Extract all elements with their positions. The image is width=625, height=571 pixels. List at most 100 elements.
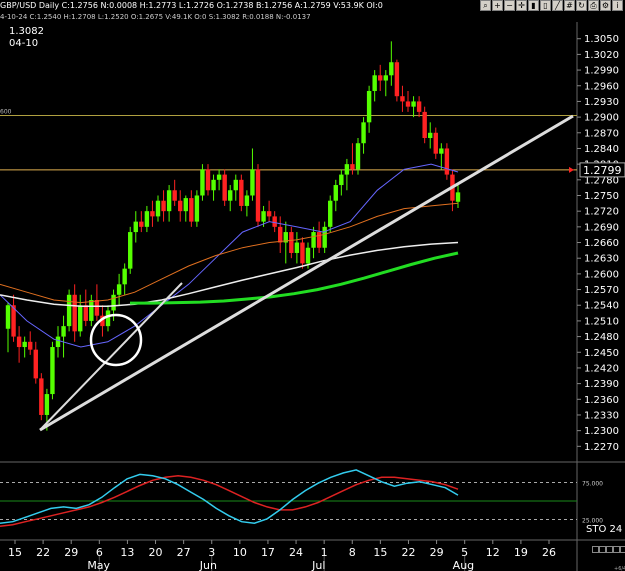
y-tick-label: 1.2840 — [584, 144, 619, 155]
candle-body — [444, 148, 450, 175]
y-tick-label: 1.2750 — [584, 191, 619, 202]
candle-body — [272, 216, 277, 227]
candle-body — [350, 164, 355, 170]
x-tick-label: 22 — [401, 546, 415, 559]
y-tick-label: 1.2630 — [584, 254, 619, 265]
price-marker-value: 1.2799 — [583, 164, 622, 177]
y-tick-label: 1.3050 — [584, 34, 619, 45]
candle-body — [144, 211, 150, 227]
candle-body — [122, 268, 127, 285]
nav-button[interactable] — [592, 546, 599, 553]
price-marker-arrow — [569, 166, 574, 173]
y-tick-label: 1.2540 — [584, 301, 619, 312]
candle-body — [78, 305, 83, 332]
candle-body — [439, 148, 444, 154]
candle-body — [83, 305, 88, 321]
candle-body — [150, 211, 155, 217]
candle-body — [233, 179, 238, 191]
candle-body — [66, 294, 72, 327]
month-label: Jun — [199, 559, 217, 571]
candle-body — [105, 310, 111, 327]
y-tick-label: 1.3020 — [584, 50, 619, 61]
candle-body — [205, 169, 211, 191]
candle-body — [400, 96, 405, 102]
candle-body — [255, 169, 261, 222]
candle-body — [266, 211, 272, 217]
candle-body — [300, 242, 305, 264]
candle-body — [378, 75, 383, 81]
candle-body — [316, 232, 322, 248]
nav-button[interactable] — [620, 546, 625, 553]
candle-body — [294, 242, 300, 253]
candle-body — [166, 190, 172, 212]
candle-body — [239, 179, 244, 206]
candle-body — [261, 211, 266, 222]
candle-body — [55, 336, 61, 348]
candle-body — [89, 300, 94, 321]
level-label: 600 — [0, 109, 12, 116]
candle-body — [50, 347, 55, 395]
y-tick-label: 1.2360 — [584, 395, 619, 406]
month-label: Aug — [453, 559, 474, 571]
candle-body — [172, 190, 177, 201]
candle-body — [416, 101, 422, 112]
x-tick-label: 20 — [149, 546, 163, 559]
y-tick-label: 1.2960 — [584, 81, 619, 92]
x-tick-label: 29 — [64, 546, 78, 559]
candle-body — [216, 174, 222, 180]
y-tick-label: 1.2720 — [584, 207, 619, 218]
candle-body — [211, 179, 216, 191]
candle-body — [244, 195, 250, 206]
candle-body — [5, 305, 11, 329]
candle-body — [422, 111, 427, 139]
candle-body — [344, 164, 350, 175]
candle-body — [33, 349, 38, 379]
highlight-circle — [89, 313, 143, 367]
y-tick-label: 1.2690 — [584, 222, 619, 233]
candle-body — [366, 90, 372, 123]
candle-body — [339, 174, 344, 186]
x-tick-label: 29 — [430, 546, 444, 559]
nav-button[interactable] — [606, 546, 613, 553]
candle-body — [389, 62, 394, 76]
y-tick-label: 1.2510 — [584, 316, 619, 327]
x-tick-label: 22 — [36, 546, 50, 559]
x-tick-label: 26 — [542, 546, 556, 559]
month-label: May — [87, 559, 110, 571]
y-tick-label: 1.2870 — [584, 128, 619, 139]
candle-body — [228, 190, 233, 201]
candle-body — [305, 247, 311, 264]
candle-body — [189, 198, 194, 222]
candle-body — [405, 101, 411, 107]
candle-body — [128, 232, 133, 269]
candle-body — [222, 174, 227, 201]
x-tick-label: 15 — [373, 546, 387, 559]
y-tick-label: 1.2570 — [584, 285, 619, 296]
trendline — [39, 114, 574, 432]
nav-button[interactable] — [599, 546, 606, 553]
candle-body — [311, 232, 316, 248]
oscillator-label: STO 24 — [586, 524, 623, 535]
x-tick-label: 12 — [486, 546, 500, 559]
scroll-buttons — [592, 546, 625, 553]
y-tick-label: 1.2600 — [584, 269, 619, 280]
candle-body — [428, 132, 433, 139]
x-tick-label: 13 — [120, 546, 134, 559]
candle-body — [139, 221, 144, 227]
moving-average-line — [0, 202, 459, 304]
y-tick-label: 1.2390 — [584, 379, 619, 390]
candle-body — [161, 200, 166, 212]
x-tick-label: 27 — [177, 546, 191, 559]
candle-body — [455, 192, 461, 202]
candle-body — [44, 394, 50, 415]
x-tick-label: 10 — [233, 546, 247, 559]
candle-body — [372, 75, 377, 91]
x-tick-label: 15 — [8, 546, 22, 559]
candle-body — [28, 341, 33, 350]
candle-body — [383, 75, 388, 81]
nav-button[interactable] — [613, 546, 620, 553]
candle-body — [322, 226, 327, 248]
candle-body — [355, 143, 361, 170]
y-tick-label: 1.2480 — [584, 332, 619, 343]
price-chart[interactable]: 1.3050 1.3020 1.2990 1.2960 1.2930 1.2900 1.28… — [0, 0, 625, 571]
